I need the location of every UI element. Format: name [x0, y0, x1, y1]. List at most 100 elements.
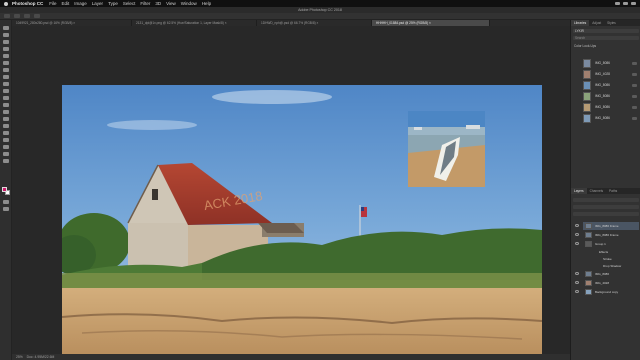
cloud	[212, 90, 332, 104]
crop-tool-icon[interactable]	[3, 54, 9, 58]
eraser-tool-icon[interactable]	[3, 96, 9, 100]
layer-thumbnail	[585, 271, 592, 277]
tool-preset-icon[interactable]	[14, 14, 20, 18]
gradient-tool-icon[interactable]	[3, 103, 9, 107]
clone-stamp-tool-icon[interactable]	[3, 82, 9, 86]
library-item-name: IMG_4028	[595, 72, 610, 76]
layer-row[interactable]: IMG_8086	[575, 270, 639, 278]
zoom-tool-icon[interactable]	[3, 159, 9, 163]
tab-channels[interactable]: Channels	[587, 188, 606, 194]
library-item[interactable]: IMG_4028	[583, 70, 639, 80]
menu-help[interactable]: Help	[202, 1, 211, 6]
library-item-menu-icon[interactable]	[632, 84, 637, 87]
move-tool-icon[interactable]	[3, 26, 9, 30]
hand-tool-icon[interactable]	[3, 152, 9, 156]
library-item-menu-icon[interactable]	[632, 62, 637, 65]
layer-row[interactable]: Background copy	[575, 288, 639, 296]
layer-thumbnail	[585, 223, 592, 229]
quick-select-tool-icon[interactable]	[3, 47, 9, 51]
tab-libraries[interactable]: Libraries	[571, 20, 590, 26]
menu-view[interactable]: View	[166, 1, 176, 6]
layer-effect-row[interactable]: Drop Shadow	[583, 262, 639, 270]
tab-styles[interactable]: Styles	[604, 20, 619, 26]
visibility-eye-icon[interactable]	[575, 233, 579, 236]
visibility-eye-icon[interactable]	[575, 290, 579, 293]
clock-icon[interactable]	[631, 2, 636, 5]
document-canvas[interactable]: ACK 2018	[62, 85, 542, 355]
menu-type[interactable]: Type	[108, 1, 118, 6]
cloud	[107, 120, 197, 130]
home-icon[interactable]	[4, 14, 10, 18]
visibility-eye-icon[interactable]	[575, 242, 579, 245]
library-item[interactable]: IMG_8086	[583, 81, 639, 91]
tab-layers[interactable]: Layers	[571, 188, 587, 194]
library-item-menu-icon[interactable]	[632, 106, 637, 109]
menu-file[interactable]: File	[49, 1, 56, 6]
library-item-menu-icon[interactable]	[632, 73, 637, 76]
menu-edit[interactable]: Edit	[62, 1, 70, 6]
marquee-tool-icon[interactable]	[3, 33, 9, 37]
screen-mode-icon[interactable]	[3, 207, 9, 211]
foreground-color-swatch[interactable]	[2, 187, 7, 192]
layer-row[interactable]: IMG_8086 Frame	[575, 222, 639, 230]
library-item[interactable]: IMG_8086	[583, 59, 639, 69]
pen-tool-icon[interactable]	[3, 124, 9, 128]
path-select-tool-icon[interactable]	[3, 138, 9, 142]
library-thumbnail	[583, 114, 591, 123]
blend-mode-select[interactable]	[573, 205, 639, 209]
inset-boat-photo[interactable]	[408, 111, 485, 187]
dodge-tool-icon[interactable]	[3, 117, 9, 121]
layer-row[interactable]: Group 1	[575, 240, 639, 248]
library-item[interactable]: IMG_8086	[583, 92, 639, 102]
library-selector[interactable]: LYKIR	[573, 29, 639, 33]
battery-icon[interactable]	[615, 2, 620, 5]
menu-window[interactable]: Window	[181, 1, 197, 6]
shape-tool-icon[interactable]	[3, 145, 9, 149]
quick-mask-icon[interactable]	[3, 200, 9, 204]
type-tool-icon[interactable]	[3, 131, 9, 135]
library-item-menu-icon[interactable]	[632, 117, 637, 120]
layer-effect-name: Stroke	[603, 257, 612, 261]
menu-app-name[interactable]: Photoshop CC	[12, 1, 43, 6]
library-item-name: IMG_8086	[595, 83, 610, 87]
lasso-tool-icon[interactable]	[3, 40, 9, 44]
layer-effect-name: Effects	[599, 250, 609, 254]
layer-row[interactable]: IMG_4028	[575, 279, 639, 287]
library-item[interactable]: IMG_8086	[583, 114, 639, 124]
canvas-area[interactable]: ACK 2018	[12, 26, 570, 355]
menu-select[interactable]: Select	[123, 1, 136, 6]
options-setting-icon[interactable]	[34, 14, 40, 18]
zoom-level[interactable]: 25%	[16, 355, 23, 359]
library-thumbnail	[583, 70, 591, 79]
options-setting-icon[interactable]	[24, 14, 30, 18]
library-item-menu-icon[interactable]	[632, 95, 637, 98]
menu-filter[interactable]: Filter	[140, 1, 150, 6]
menu-image[interactable]: Image	[74, 1, 87, 6]
brush-tool-icon[interactable]	[3, 75, 9, 79]
healing-brush-tool-icon[interactable]	[3, 68, 9, 72]
wifi-icon[interactable]	[623, 2, 628, 5]
menu-3d[interactable]: 3D	[155, 1, 161, 6]
lock-options[interactable]	[573, 212, 639, 216]
menu-layer[interactable]: Layer	[92, 1, 103, 6]
blur-tool-icon[interactable]	[3, 110, 9, 114]
library-thumbnail	[583, 92, 591, 101]
status-bar: 25% Doc: 4.95M/22.6M	[12, 354, 570, 360]
layer-row[interactable]: IMG_8086 Frame	[575, 231, 639, 239]
menu-bar: Photoshop CC File Edit Image Layer Type …	[0, 0, 640, 7]
layer-filter[interactable]	[573, 198, 639, 202]
library-item[interactable]: IMG_8086	[583, 103, 639, 113]
layers-panel-tabs: Layers Channels Paths	[571, 188, 640, 194]
visibility-eye-icon[interactable]	[575, 224, 579, 227]
eyedropper-tool-icon[interactable]	[3, 61, 9, 65]
tab-adjustments[interactable]: Adjust	[589, 20, 604, 26]
library-thumbnail	[583, 81, 591, 90]
apple-icon[interactable]	[4, 1, 8, 6]
library-section-label: Color Look-Ups	[574, 44, 597, 48]
layer-name: IMG_4028	[595, 281, 610, 285]
visibility-eye-icon[interactable]	[575, 272, 579, 275]
visibility-eye-icon[interactable]	[575, 281, 579, 284]
tab-paths[interactable]: Paths	[606, 188, 620, 194]
history-brush-tool-icon[interactable]	[3, 89, 9, 93]
library-search[interactable]: Search	[573, 36, 639, 40]
